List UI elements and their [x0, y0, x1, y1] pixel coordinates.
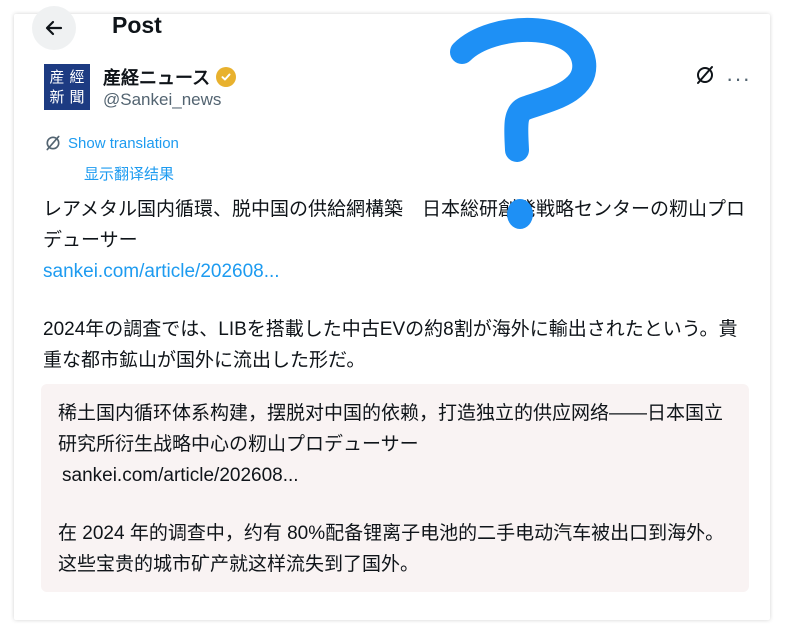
quote-link[interactable]: sankei.com/article/202608... — [62, 460, 742, 491]
quote-headline: 稀土国内循环体系构建，摆脱对中国的依赖，打造独立的供应网络——日本国立研究所衍生… — [58, 403, 724, 455]
avatar-char: 聞 — [69, 87, 85, 106]
translate-icon — [46, 135, 60, 151]
show-translation-label[interactable]: Show translation — [68, 135, 179, 152]
translation-quote-box: 稀土国内循环体系构建，摆脱对中国的依赖，打造独立的供应网络——日本国立研究所衍生… — [41, 384, 749, 592]
author-handle[interactable]: @Sankei_news — [103, 90, 221, 110]
translation-result-label[interactable]: 显示翻译结果 — [84, 163, 174, 184]
avatar-char: 經 — [69, 67, 85, 86]
tweet-headline: レアメタル国内循環、脱中国の供給網構築 日本総研創発戦略センターの籾山プロデュー… — [43, 199, 746, 251]
back-button[interactable] — [32, 6, 76, 50]
avatar[interactable]: 産 經 新 聞 — [44, 64, 90, 110]
author-name-row[interactable]: 産経ニュース — [103, 64, 237, 90]
page-title: Post — [112, 12, 162, 38]
grok-icon[interactable] — [694, 64, 716, 91]
avatar-char: 新 — [49, 87, 65, 106]
show-translation-link[interactable]: Show translation — [44, 134, 179, 152]
quote-body: 在 2024 年的调查中，约有 80%配备锂离子电池的二手电动汽车被出口到海外。… — [58, 523, 725, 575]
more-icon[interactable]: ··· — [726, 66, 751, 92]
back-arrow-icon — [45, 20, 63, 36]
verified-badge-icon — [216, 67, 237, 87]
avatar-char: 産 — [49, 67, 65, 86]
tweet-link[interactable]: sankei.com/article/202608... — [43, 256, 753, 287]
tweet-body: 2024年の調査では、LIBを搭載した中古EVの約8割が海外に輸出されたという。… — [43, 319, 738, 371]
author-name[interactable]: 産経ニュース — [103, 64, 210, 90]
